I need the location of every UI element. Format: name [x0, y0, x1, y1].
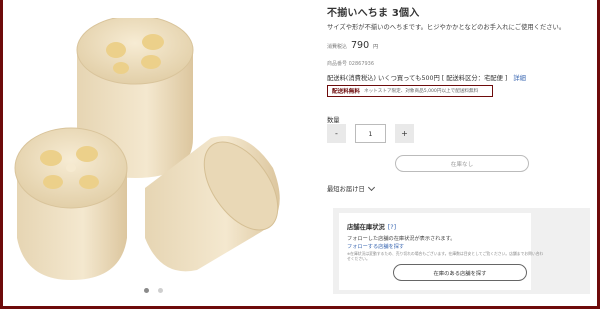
quantity-label: 数量 — [327, 117, 340, 124]
free-shipping-banner: 配送料無料 ネットストア限定、対象商品5,000円以上で配送料無料 — [327, 85, 493, 97]
out-of-stock-button[interactable]: 在庫なし — [395, 155, 529, 172]
product-code: 商品番号 02867936 — [327, 61, 375, 67]
find-store-button[interactable]: 在庫のある店舗を探す — [393, 264, 527, 281]
store-stock-panel: 店舗在庫状況 [?] フォローした店舗の在庫状況が表示されます。 フォローする店舗… — [333, 208, 590, 294]
quantity-stepper: - + — [327, 124, 414, 143]
free-shipping-tag: 配送料無料 — [332, 89, 360, 95]
help-icon[interactable]: [?] — [388, 224, 396, 231]
shipping-text: 配送料(消費税込) いくつ買っても500円 [ 配送料区分：宅配便 ] — [327, 75, 508, 82]
price-unit: 円 — [373, 44, 379, 50]
price-tax-label: 消費税込 — [327, 44, 348, 50]
gallery-dot-2[interactable] — [157, 288, 163, 293]
price-row: 消費税込 790 円 — [327, 40, 378, 51]
store-stock-note: フォローした店舗の在庫状況が表示されます。 — [347, 236, 456, 242]
free-shipping-note: ネットストア限定、対象商品5,000円以上で配送料無料 — [363, 89, 479, 94]
delivery-date-label: 最短お届け日 — [327, 186, 365, 193]
follow-store-link[interactable]: フォローする店舗を探す — [347, 243, 404, 250]
store-stock-disclaimer: ※在庫状況は変動するため、売り切れの場合もございます。在庫数は目安としてご覧くだ… — [347, 251, 544, 261]
price-value: 790 — [351, 40, 370, 51]
store-stock-title: 店舗在庫状況 — [347, 224, 385, 231]
page-frame: 不揃いへちま 3個入 サイズや形が不揃いのへちまです。ヒジやかかとなどのお手入れ… — [3, 0, 597, 306]
shipping-info: 配送料(消費税込) いくつ買っても500円 [ 配送料区分：宅配便 ] 詳細 — [327, 73, 526, 82]
store-stock-heading: 店舗在庫状況 [?] — [347, 222, 396, 231]
shipping-detail-link[interactable]: 詳細 — [513, 75, 526, 82]
delivery-date-toggle[interactable]: 最短お届け日 — [327, 183, 375, 193]
product-description: サイズや形が不揃いのへちまです。ヒジやかかとなどのお手入れにご使用ください。 — [327, 24, 566, 31]
quantity-plus-button[interactable]: + — [395, 124, 414, 143]
quantity-input[interactable] — [355, 124, 386, 143]
product-gallery — [3, 0, 303, 306]
quantity-minus-button[interactable]: - — [327, 124, 346, 143]
product-image[interactable] — [11, 18, 295, 288]
gallery-dot-1[interactable] — [143, 288, 149, 293]
product-title: 不揃いへちま 3個入 — [327, 8, 420, 19]
product-detail: 不揃いへちま 3個入 サイズや形が不揃いのへちまです。ヒジやかかとなどのお手入れ… — [327, 0, 595, 306]
gallery-dots — [3, 288, 303, 293]
chevron-down-icon — [367, 183, 375, 191]
